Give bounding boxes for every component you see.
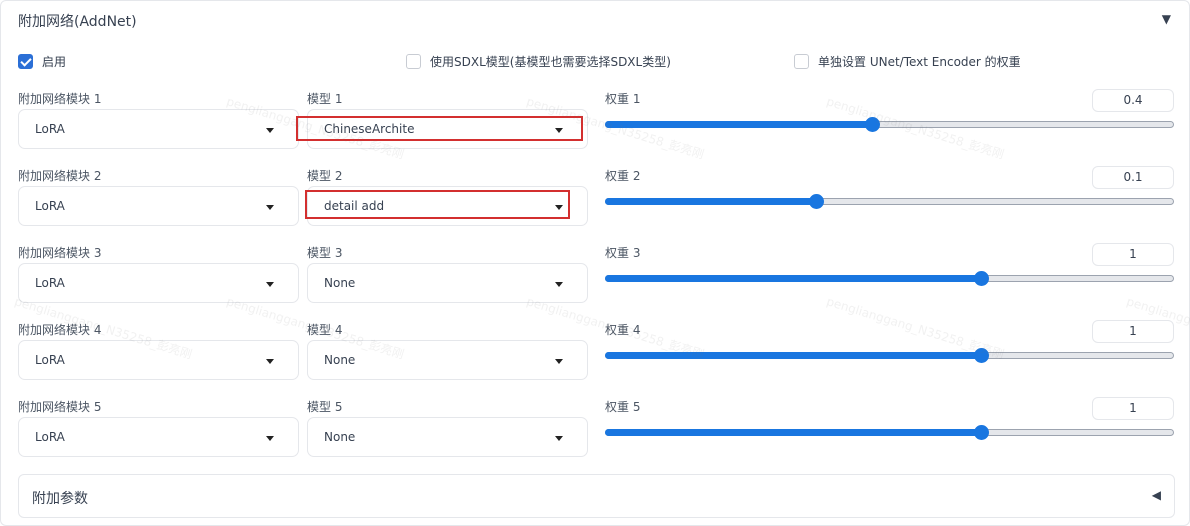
module-label: 附加网络模块 4 [18, 323, 102, 337]
addnet-row: 附加网络模块 3 LoRA 模型 3 None 权重 3 1 [1, 243, 1190, 321]
chevron-down-icon [555, 359, 563, 364]
slider-thumb[interactable] [808, 194, 824, 209]
model-value: detail add [324, 199, 385, 213]
chevron-down-icon [266, 359, 274, 364]
model-value: ChineseArchite [324, 122, 415, 136]
accordion-title[interactable]: 附加网络(AddNet) [18, 11, 137, 31]
weight-input[interactable]: 0.1 [1092, 166, 1174, 189]
module-select[interactable]: LoRA [18, 109, 299, 149]
model-value: None [324, 430, 356, 444]
module-value: LoRA [35, 430, 65, 444]
slider-thumb[interactable] [865, 117, 881, 132]
model-select[interactable]: None [307, 340, 588, 380]
weight-input[interactable]: 1 [1092, 397, 1174, 420]
unet-weight-checkbox-row[interactable]: 单独设置 UNet/Text Encoder 的权重 [794, 53, 1021, 70]
model-label: 模型 4 [307, 323, 343, 337]
module-label: 附加网络模块 5 [18, 400, 102, 414]
module-value: LoRA [35, 122, 65, 136]
slider-fill [605, 352, 981, 359]
chevron-down-icon [555, 128, 563, 133]
weight-slider[interactable] [605, 117, 1174, 132]
weight-slider[interactable] [605, 348, 1174, 363]
chevron-down-icon [266, 436, 274, 441]
weight-label: 权重 4 [605, 323, 641, 337]
addnet-row: 附加网络模块 1 LoRA 模型 1 ChineseArchite 权重 1 0… [1, 89, 1190, 167]
chevron-down-icon [555, 436, 563, 441]
module-value: LoRA [35, 199, 65, 213]
model-value: None [324, 276, 356, 290]
weight-input[interactable]: 1 [1092, 243, 1174, 266]
slider-thumb[interactable] [973, 348, 989, 363]
module-value: LoRA [35, 353, 65, 367]
model-select[interactable]: None [307, 263, 588, 303]
model-label: 模型 2 [307, 169, 343, 183]
model-select[interactable]: ChineseArchite [307, 109, 588, 149]
slider-thumb[interactable] [973, 425, 989, 440]
weight-label: 权重 2 [605, 169, 641, 183]
extra-params-title: 附加参数 [32, 491, 88, 507]
triangle-down-icon[interactable]: ▼ [1162, 12, 1171, 26]
chevron-down-icon [266, 128, 274, 133]
weight-slider[interactable] [605, 271, 1174, 286]
module-select[interactable]: LoRA [18, 263, 299, 303]
model-select[interactable]: detail add [307, 186, 588, 226]
model-label: 模型 1 [307, 92, 343, 106]
model-select[interactable]: None [307, 417, 588, 457]
triangle-left-icon: ◀ [1151, 488, 1161, 502]
weight-label: 权重 5 [605, 400, 641, 414]
slider-thumb[interactable] [973, 271, 989, 286]
module-select[interactable]: LoRA [18, 340, 299, 380]
addnet-panel: 附加网络(AddNet) ▼ 启用 使用SDXL模型(基模型也需要选择SDXL类… [0, 0, 1190, 526]
sdxl-checkbox-row[interactable]: 使用SDXL模型(基模型也需要选择SDXL类型) [406, 53, 671, 70]
weight-slider[interactable] [605, 425, 1174, 440]
module-label: 附加网络模块 1 [18, 92, 102, 106]
addnet-row: 附加网络模块 4 LoRA 模型 4 None 权重 4 1 [1, 320, 1190, 398]
module-value: LoRA [35, 276, 65, 290]
slider-fill [605, 198, 816, 205]
slider-fill [605, 121, 873, 128]
enable-checkbox[interactable] [18, 54, 33, 69]
slider-fill [605, 275, 981, 282]
model-value: None [324, 353, 356, 367]
module-label: 附加网络模块 3 [18, 246, 102, 260]
weight-label: 权重 3 [605, 246, 641, 260]
unet-weight-label: 单独设置 UNet/Text Encoder 的权重 [818, 55, 1021, 69]
module-label: 附加网络模块 2 [18, 169, 102, 183]
weight-label: 权重 1 [605, 92, 641, 106]
weight-input[interactable]: 1 [1092, 320, 1174, 343]
model-label: 模型 5 [307, 400, 343, 414]
chevron-down-icon [266, 205, 274, 210]
model-label: 模型 3 [307, 246, 343, 260]
enable-checkbox-row[interactable]: 启用 [18, 53, 66, 70]
extra-params-accordion[interactable]: 附加参数 ◀ [18, 474, 1175, 518]
weight-slider[interactable] [605, 194, 1174, 209]
sdxl-checkbox[interactable] [406, 54, 421, 69]
addnet-row: 附加网络模块 5 LoRA 模型 5 None 权重 5 1 [1, 397, 1190, 475]
addnet-row: 附加网络模块 2 LoRA 模型 2 detail add 权重 2 0.1 [1, 166, 1190, 244]
chevron-down-icon [555, 282, 563, 287]
weight-input[interactable]: 0.4 [1092, 89, 1174, 112]
enable-label: 启用 [42, 55, 67, 69]
unet-weight-checkbox[interactable] [794, 54, 809, 69]
slider-fill [605, 429, 981, 436]
module-select[interactable]: LoRA [18, 417, 299, 457]
sdxl-label: 使用SDXL模型(基模型也需要选择SDXL类型) [430, 55, 671, 69]
module-select[interactable]: LoRA [18, 186, 299, 226]
chevron-down-icon [266, 282, 274, 287]
chevron-down-icon [555, 205, 563, 210]
